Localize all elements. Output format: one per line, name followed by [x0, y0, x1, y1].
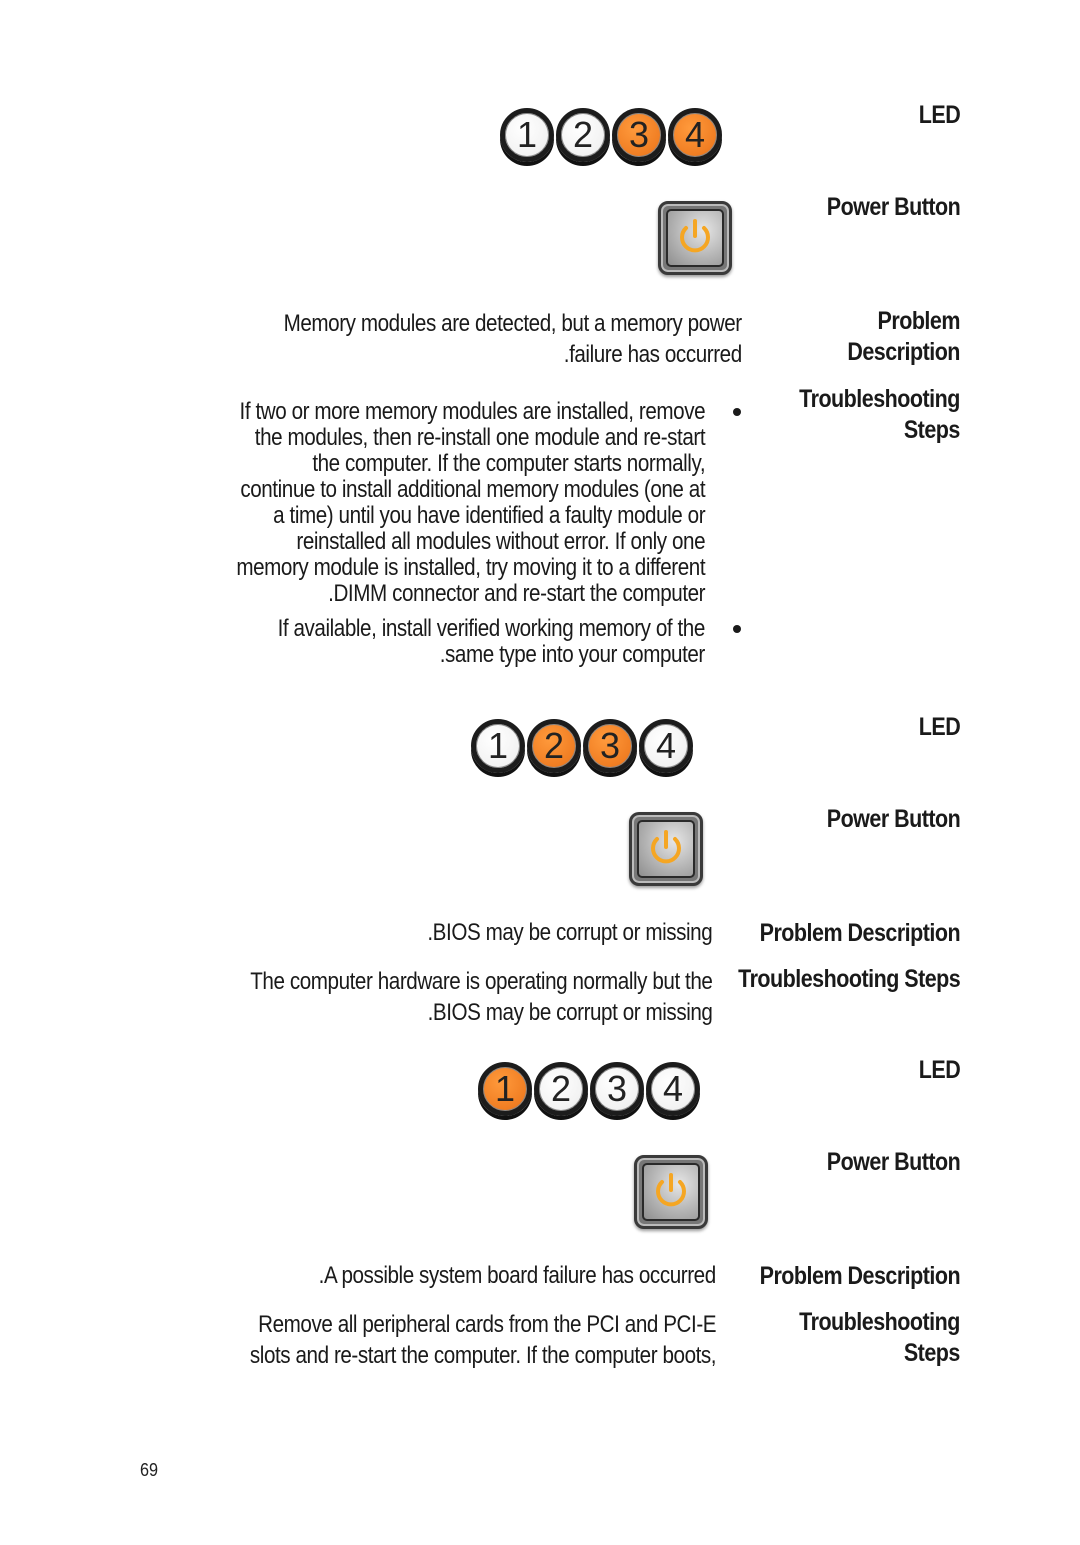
led-label: LED: [918, 101, 961, 129]
troubleshooting-steps-text: The computer hardware is operating norma…: [249, 968, 713, 1026]
power-symbol-icon: [656, 1173, 686, 1207]
led-label: LED: [918, 1056, 961, 1084]
problem-description-label: Problem Description: [759, 1262, 961, 1290]
power-button-label: Power Button: [826, 193, 960, 221]
power-symbol-icon: [651, 830, 681, 864]
troubleshooting-steps-label: Troubleshooting Steps: [799, 1308, 960, 1367]
bullet-icon: [733, 625, 741, 633]
problem-description-text: .A possible system board failure has occ…: [318, 1262, 717, 1289]
led-3-off-icon: 3: [590, 1062, 644, 1116]
led-4-off-icon: 4: [646, 1062, 700, 1116]
led-2-on-icon: 2: [527, 719, 581, 773]
led-indicator-row: 1 2 3 4: [500, 108, 722, 162]
troubleshooting-step-1: If two or more memory modules are instal…: [236, 398, 706, 607]
led-2-off-icon: 2: [534, 1062, 588, 1116]
led-4-off-icon: 4: [639, 719, 693, 773]
led-1-off-icon: 1: [500, 108, 554, 162]
power-symbol-icon: [680, 219, 710, 253]
troubleshooting-step-2: If available, install verified working m…: [277, 615, 706, 668]
led-indicator-row: 1 2 3 4: [471, 719, 693, 773]
power-button-icon: [658, 201, 732, 275]
power-button-icon: [634, 1155, 708, 1229]
led-4-on-icon: 4: [668, 108, 722, 162]
power-button-label: Power Button: [826, 805, 960, 833]
led-1-on-icon: 1: [478, 1062, 532, 1116]
led-label: LED: [918, 713, 961, 741]
troubleshooting-steps-label: Troubleshooting Steps: [737, 965, 961, 993]
problem-description-label: Problem Description: [847, 307, 960, 366]
troubleshooting-steps-label: Troubleshooting Steps: [799, 385, 960, 444]
page-number: 69: [140, 1460, 159, 1480]
problem-description-text: Memory modules are detected, but a memor…: [283, 310, 743, 368]
led-indicator-row: 1 2 3 4: [478, 1062, 700, 1116]
power-button-label: Power Button: [826, 1148, 960, 1176]
led-3-on-icon: 3: [612, 108, 666, 162]
power-button-icon: [629, 812, 703, 886]
bullet-icon: [733, 408, 741, 416]
led-2-off-icon: 2: [556, 108, 610, 162]
led-1-off-icon: 1: [471, 719, 525, 773]
led-3-on-icon: 3: [583, 719, 637, 773]
problem-description-text: .BIOS may be corrupt or missing: [427, 919, 712, 946]
troubleshooting-steps-text: Remove all peripheral cards from the PCI…: [249, 1311, 717, 1369]
problem-description-label: Problem Description: [759, 919, 961, 947]
